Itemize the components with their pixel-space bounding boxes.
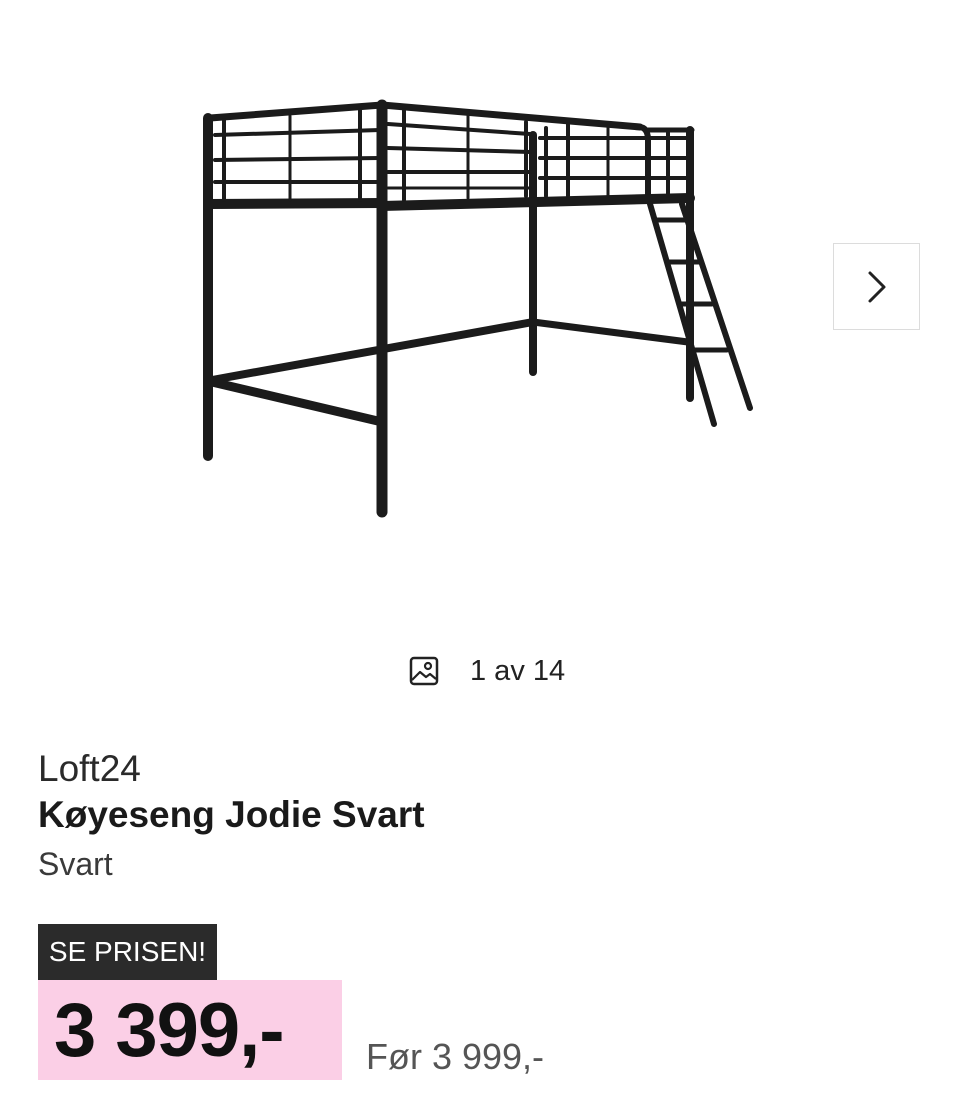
product-brand[interactable]: Loft24 <box>38 748 141 790</box>
image-counter: 1 av 14 <box>408 653 565 689</box>
chevron-right-icon <box>868 271 885 302</box>
product-image[interactable] <box>150 60 810 560</box>
product-color: Svart <box>38 846 113 882</box>
campaign-badge: SE PRISEN! <box>38 924 217 980</box>
image-counter-text: 1 av 14 <box>470 654 566 687</box>
next-image-button[interactable] <box>833 243 920 330</box>
current-price: 3 399,- <box>54 987 285 1073</box>
product-title: Køyeseng Jodie Svart <box>38 794 425 835</box>
product-gallery: 1 av 14 <box>0 0 960 700</box>
before-price: Før 3 999,- <box>366 1036 545 1077</box>
image-icon <box>409 656 439 686</box>
price-box: 3 399,- <box>38 980 342 1080</box>
